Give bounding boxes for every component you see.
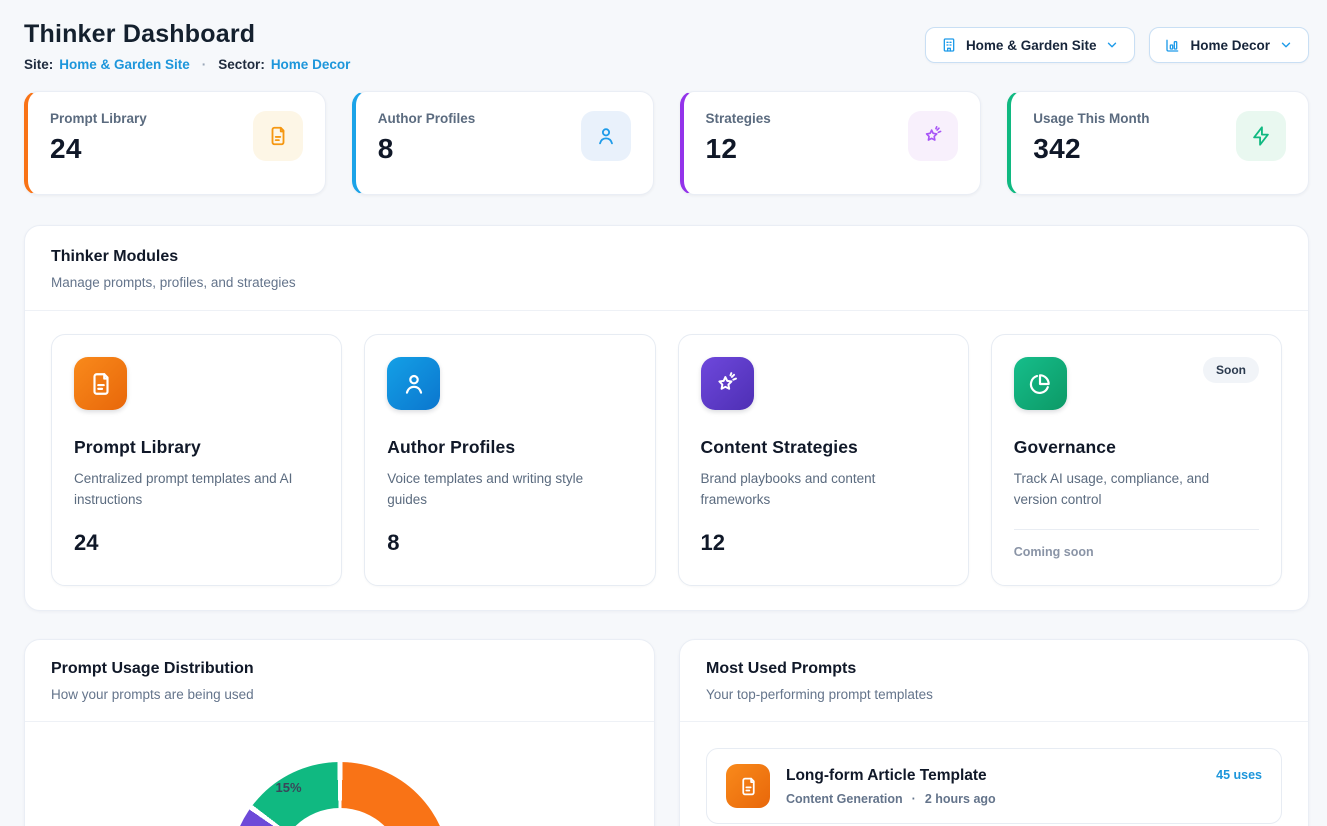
stat-label: Author Profiles bbox=[378, 111, 476, 126]
user-icon bbox=[387, 357, 440, 410]
donut-chart-area: 15% bbox=[25, 762, 654, 826]
stat-label: Prompt Library bbox=[50, 111, 147, 126]
user-icon bbox=[581, 111, 631, 161]
site-dropdown-label: Home & Garden Site bbox=[966, 38, 1097, 53]
module-description: Brand playbooks and content frameworks bbox=[701, 469, 931, 511]
module-title: Prompt Library bbox=[74, 437, 319, 458]
chevron-down-icon bbox=[1105, 38, 1119, 52]
prompts-list: Long-form Article Template Content Gener… bbox=[680, 722, 1308, 826]
stats-row: Prompt Library 24 Author Profiles 8 Stra… bbox=[24, 91, 1309, 195]
prompt-list-item[interactable]: Long-form Article Template Content Gener… bbox=[706, 748, 1282, 824]
star-burst-icon bbox=[701, 357, 754, 410]
stat-value: 342 bbox=[1033, 133, 1149, 165]
stat-card-author-profiles: Author Profiles 8 bbox=[352, 91, 654, 195]
modules-header: Thinker Modules Manage prompts, profiles… bbox=[25, 226, 1308, 310]
module-description: Voice templates and writing style guides bbox=[387, 469, 617, 511]
page-title: Thinker Dashboard bbox=[24, 20, 350, 49]
pie-chart-icon bbox=[1014, 357, 1067, 410]
module-card-governance[interactable]: Soon Governance Track AI usage, complian… bbox=[991, 334, 1282, 586]
module-card-content-strategies[interactable]: Content Strategies Brand playbooks and c… bbox=[678, 334, 969, 586]
page-header: Thinker Dashboard Site: Home & Garden Si… bbox=[24, 20, 1309, 72]
usage-card-subtitle: How your prompts are being used bbox=[51, 687, 628, 702]
module-count: 12 bbox=[701, 530, 946, 556]
usage-card-title: Prompt Usage Distribution bbox=[51, 660, 628, 678]
module-description: Track AI usage, compliance, and version … bbox=[1014, 469, 1244, 511]
stat-card-strategies: Strategies 12 bbox=[680, 91, 982, 195]
stat-card-usage: Usage This Month 342 bbox=[1007, 91, 1309, 195]
modules-subtitle: Manage prompts, profiles, and strategies bbox=[51, 275, 1282, 290]
module-card-author-profiles[interactable]: Author Profiles Voice templates and writ… bbox=[364, 334, 655, 586]
soon-badge: Soon bbox=[1203, 357, 1259, 383]
header-dropdowns: Home & Garden Site Home Decor bbox=[925, 27, 1309, 63]
stat-value: 12 bbox=[706, 133, 771, 165]
prompts-card-header: Most Used Prompts Your top-performing pr… bbox=[680, 640, 1308, 721]
most-used-prompts-card: Most Used Prompts Your top-performing pr… bbox=[679, 639, 1309, 826]
stat-label: Usage This Month bbox=[1033, 111, 1149, 126]
divider bbox=[1014, 529, 1259, 530]
prompt-uses-badge: 45 uses bbox=[1216, 768, 1262, 782]
bar-chart-icon bbox=[1165, 37, 1181, 53]
prompt-title: Long-form Article Template bbox=[786, 767, 1200, 785]
meta-separator: · bbox=[912, 792, 916, 806]
stat-value: 8 bbox=[378, 133, 476, 165]
module-card-prompt-library[interactable]: Prompt Library Centralized prompt templa… bbox=[51, 334, 342, 586]
modules-title: Thinker Modules bbox=[51, 248, 1282, 266]
prompts-card-subtitle: Your top-performing prompt templates bbox=[706, 687, 1282, 702]
coming-soon-text: Coming soon bbox=[1014, 545, 1259, 559]
prompts-card-title: Most Used Prompts bbox=[706, 660, 1282, 678]
usage-card-header: Prompt Usage Distribution How your promp… bbox=[25, 640, 654, 721]
module-title: Content Strategies bbox=[701, 437, 946, 458]
building-icon bbox=[941, 37, 957, 53]
breadcrumb-separator: · bbox=[202, 57, 207, 72]
site-label: Site: bbox=[24, 57, 53, 72]
module-title: Governance bbox=[1014, 437, 1259, 458]
stat-card-prompt-library: Prompt Library 24 bbox=[24, 91, 326, 195]
prompt-time: 2 hours ago bbox=[925, 792, 996, 806]
file-text-icon bbox=[74, 357, 127, 410]
breadcrumb: Site: Home & Garden Site · Sector: Home … bbox=[24, 57, 350, 72]
usage-distribution-card: Prompt Usage Distribution How your promp… bbox=[24, 639, 655, 826]
modules-grid: Prompt Library Centralized prompt templa… bbox=[25, 311, 1308, 610]
divider bbox=[25, 721, 654, 722]
sector-dropdown-label: Home Decor bbox=[1190, 38, 1270, 53]
stat-label: Strategies bbox=[706, 111, 771, 126]
module-count: 8 bbox=[387, 530, 632, 556]
module-title: Author Profiles bbox=[387, 437, 632, 458]
donut-slice-label: 15% bbox=[276, 780, 302, 795]
donut-chart: 15% bbox=[230, 762, 450, 826]
chevron-down-icon bbox=[1279, 38, 1293, 52]
star-burst-icon bbox=[908, 111, 958, 161]
sector-label: Sector: bbox=[218, 57, 265, 72]
donut-hole bbox=[276, 808, 404, 826]
file-text-icon bbox=[726, 764, 770, 808]
stat-value: 24 bbox=[50, 133, 147, 165]
thinker-modules-section: Thinker Modules Manage prompts, profiles… bbox=[24, 225, 1309, 611]
site-link[interactable]: Home & Garden Site bbox=[59, 57, 190, 72]
header-titles: Thinker Dashboard Site: Home & Garden Si… bbox=[24, 20, 350, 72]
sector-dropdown[interactable]: Home Decor bbox=[1149, 27, 1309, 63]
module-count: 24 bbox=[74, 530, 319, 556]
file-text-icon bbox=[253, 111, 303, 161]
prompt-meta: Content Generation · 2 hours ago bbox=[786, 792, 1200, 806]
dashboard-page: Thinker Dashboard Site: Home & Garden Si… bbox=[0, 0, 1327, 826]
zap-icon bbox=[1236, 111, 1286, 161]
sector-link[interactable]: Home Decor bbox=[271, 57, 351, 72]
prompt-category: Content Generation bbox=[786, 792, 903, 806]
module-description: Centralized prompt templates and AI inst… bbox=[74, 469, 304, 511]
bottom-row: Prompt Usage Distribution How your promp… bbox=[24, 639, 1309, 826]
site-dropdown[interactable]: Home & Garden Site bbox=[925, 27, 1136, 63]
